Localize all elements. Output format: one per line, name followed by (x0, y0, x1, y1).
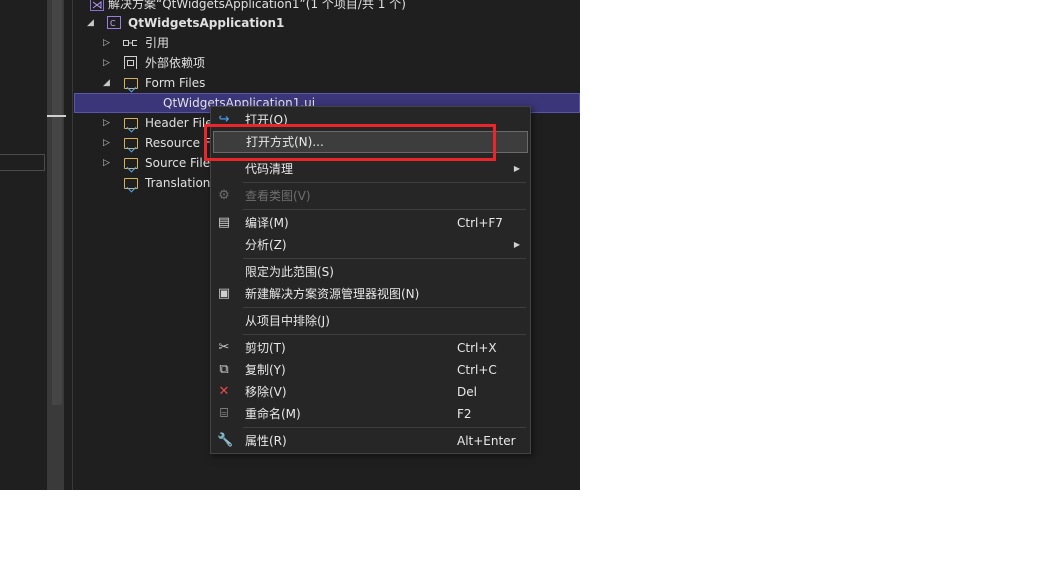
menu-item-class-diagram[interactable]: ⚙ 查看类图(V) (211, 185, 530, 207)
left-panel-field[interactable] (0, 154, 45, 171)
menu-item-shortcut: Alt+Enter (457, 434, 516, 448)
menu-item-label: 限定为此范围(S) (245, 265, 334, 279)
project-icon: C (107, 16, 121, 29)
menu-item-shortcut: Ctrl+C (457, 363, 497, 377)
collapse-arrow-icon[interactable]: ◢ (103, 73, 110, 93)
expand-arrow-icon[interactable]: ▷ (103, 53, 110, 73)
wrench-icon: 🔧 (217, 433, 234, 448)
folder-filter-icon (124, 78, 138, 89)
menu-separator (243, 307, 526, 308)
folder-filter-icon (124, 158, 138, 169)
class-diagram-icon: ⚙ (218, 188, 230, 203)
expand-arrow-icon[interactable]: ▷ (103, 113, 110, 133)
compile-icon: ▤ (217, 215, 231, 230)
left-scrollbar-thumb[interactable] (52, 0, 62, 405)
menu-separator (243, 427, 526, 428)
menu-item-label: 查看类图(V) (245, 189, 311, 203)
menu-item-cut[interactable]: ✂ 剪切(T) Ctrl+X (211, 337, 530, 359)
left-panel (0, 0, 47, 490)
menu-item-shortcut: Ctrl+X (457, 341, 497, 355)
menu-item-copy[interactable]: ⧉ 复制(Y) Ctrl+C (211, 359, 530, 381)
references-icon (123, 40, 137, 46)
rename-icon: ⌸ (220, 406, 228, 421)
project-label: QtWidgetsApplication1 (128, 16, 285, 30)
tree-row-solution[interactable]: 解决方案“QtWidgetsApplication1”(1 个项目/共 1 个) (74, 0, 580, 14)
tree-row-form-files[interactable]: ◢ Form Files (74, 73, 580, 93)
menu-separator (243, 182, 526, 183)
tree-label: 引用 (145, 36, 170, 50)
panel-divider[interactable] (72, 0, 73, 490)
menu-item-properties[interactable]: 🔧 属性(R) Alt+Enter (211, 430, 530, 452)
menu-item-exclude[interactable]: 从项目中排除(J) (211, 310, 530, 332)
menu-item-compile[interactable]: ▤ 编译(M) Ctrl+F7 (211, 212, 530, 234)
solution-label: 解决方案“QtWidgetsApplication1”(1 个项目/共 1 个) (108, 0, 406, 11)
expand-arrow-icon[interactable]: ▷ (103, 153, 110, 173)
menu-item-shortcut: Del (457, 385, 477, 399)
submenu-arrow-icon: ▶ (513, 240, 520, 249)
menu-separator (243, 258, 526, 259)
tree-label: Form Files (145, 76, 206, 90)
svg-text:C: C (110, 19, 116, 28)
menu-item-label: 复制(Y) (245, 363, 286, 377)
menu-item-remove[interactable]: ✕ 移除(V) Del (211, 381, 530, 403)
menu-separator (243, 334, 526, 335)
folder-filter-icon (124, 178, 138, 189)
folder-filter-icon (124, 118, 138, 129)
tree-row-external-deps[interactable]: ▷ 外部依赖项 (74, 53, 580, 73)
annotation-highlight-box (204, 124, 496, 161)
tree-row-references[interactable]: ▷ 引用 (74, 33, 580, 53)
expand-arrow-icon[interactable]: ▷ (103, 33, 110, 53)
menu-item-shortcut: Ctrl+F7 (457, 216, 503, 230)
collapse-arrow-icon[interactable]: ◢ (87, 13, 94, 33)
cut-icon: ✂ (218, 340, 230, 355)
menu-item-code-cleanup[interactable]: 代码清理 ▶ (211, 158, 530, 180)
menu-item-label: 新建解决方案资源管理器视图(N) (245, 287, 420, 301)
expand-arrow-icon[interactable]: ▷ (103, 133, 110, 153)
copy-icon: ⧉ (219, 362, 229, 377)
menu-item-new-view[interactable]: ▣ 新建解决方案资源管理器视图(N) (211, 283, 530, 305)
menu-item-label: 剪切(T) (245, 341, 286, 355)
menu-item-analyze[interactable]: 分析(Z) ▶ (211, 234, 530, 256)
menu-item-scope[interactable]: 限定为此范围(S) (211, 261, 530, 283)
remove-icon: ✕ (218, 384, 230, 399)
menu-item-label: 编译(M) (245, 216, 289, 230)
menu-item-label: 分析(Z) (245, 238, 287, 252)
folder-filter-icon (124, 138, 138, 149)
menu-separator (243, 209, 526, 210)
menu-item-shortcut: F2 (457, 407, 472, 421)
menu-item-label: 重命名(M) (245, 407, 301, 421)
menu-item-label: 从项目中排除(J) (245, 314, 330, 328)
new-view-icon: ▣ (217, 286, 231, 301)
menu-item-rename[interactable]: ⌸ 重命名(M) F2 (211, 403, 530, 425)
menu-item-label: 移除(V) (245, 385, 287, 399)
submenu-arrow-icon: ▶ (513, 164, 520, 173)
menu-item-label: 属性(R) (245, 434, 287, 448)
menu-item-label: 代码清理 (245, 162, 294, 176)
splitter-marker (47, 115, 66, 117)
tree-row-project[interactable]: ◢ C QtWidgetsApplication1 (74, 13, 580, 33)
solution-icon (90, 0, 104, 11)
tree-label: 外部依赖项 (145, 56, 206, 70)
external-deps-icon (124, 56, 137, 69)
